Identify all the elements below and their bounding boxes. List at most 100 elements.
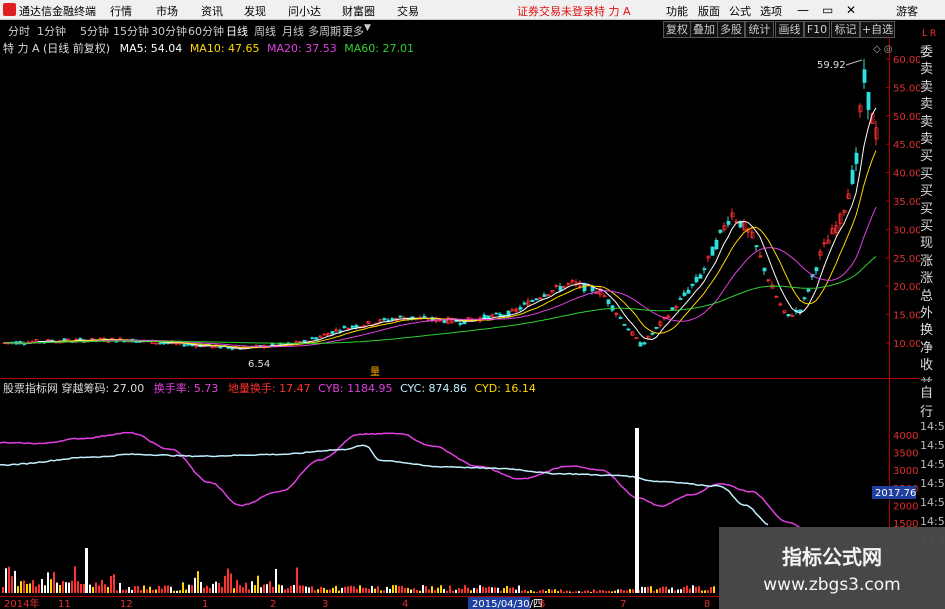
- volume-bar: [404, 588, 406, 593]
- volume-bar: [85, 548, 88, 593]
- indicator-current-value: 2017.76: [875, 488, 916, 499]
- price-tick-label: 55.00: [893, 83, 922, 94]
- volume-bar: [347, 586, 349, 593]
- volume-bar: [596, 591, 598, 593]
- price-tick-label: 15.00: [893, 311, 922, 322]
- volume-bar: [572, 591, 574, 593]
- volume-bar: [29, 583, 31, 593]
- volume-bar: [35, 586, 37, 593]
- volume-bar: [590, 591, 592, 593]
- date-tick-label: 2: [270, 599, 276, 609]
- volume-bar: [440, 585, 442, 593]
- volume-bar: [446, 590, 448, 593]
- high-price-pointer: [845, 59, 863, 66]
- candle-body: [618, 317, 623, 319]
- candle-body: [342, 326, 347, 328]
- volume-bar: [179, 590, 181, 593]
- volume-bar: [185, 589, 187, 593]
- volume-bar: [188, 584, 190, 593]
- price-tick-label: 10.00: [893, 339, 922, 350]
- volume-bar: [371, 586, 373, 593]
- candle-body: [530, 300, 535, 302]
- volume-bar: [584, 590, 586, 593]
- side-panel-item[interactable]: 收益: [920, 354, 945, 392]
- candle-body: [606, 299, 611, 305]
- volume-bar: [98, 585, 100, 593]
- volume-bar: [149, 586, 151, 593]
- volume-bar: [605, 591, 607, 593]
- volume-bar: [353, 586, 355, 593]
- volume-bar: [119, 582, 121, 593]
- volume-bar: [152, 589, 154, 593]
- volume-bar: [251, 581, 253, 593]
- volume-bar: [407, 587, 409, 593]
- volume-bar: [50, 579, 52, 593]
- ma5-line: [3, 107, 877, 349]
- volume-bar: [206, 585, 208, 593]
- candle-body: [694, 276, 699, 283]
- volume-bar: [245, 582, 247, 593]
- ma10-line: [3, 150, 877, 349]
- chart-canvas[interactable]: 60.00 55.00 50.00 45.00 40.00 35.00 30.00 25.00…: [0, 0, 945, 609]
- volume-bar: [221, 586, 223, 593]
- volume-bar: [551, 590, 553, 593]
- date-tick-label: 4: [402, 599, 408, 609]
- date-tick-label: 3: [322, 599, 328, 609]
- volume-bar: [515, 589, 517, 593]
- volume-bar: [173, 590, 175, 593]
- volume-bar: [434, 590, 436, 593]
- volume-bar: [320, 586, 322, 593]
- volume-bar: [71, 580, 73, 593]
- volume-bar: [197, 571, 199, 593]
- candle-body: [866, 91, 871, 110]
- volume-bar: [422, 585, 424, 593]
- candle-body: [458, 322, 463, 325]
- candle-body: [494, 312, 499, 315]
- volume-bar: [191, 585, 193, 593]
- volume-bar: [479, 585, 481, 593]
- volume-bar: [563, 591, 565, 593]
- candle-body: [802, 297, 807, 300]
- volume-bar: [26, 584, 28, 593]
- volume-bar: [62, 580, 64, 593]
- volume-bar: [410, 589, 412, 593]
- volume-bar: [113, 574, 115, 593]
- volume-bar: [65, 582, 67, 593]
- candle-body: [854, 152, 859, 164]
- candle-body: [690, 283, 695, 286]
- volume-bar: [317, 589, 319, 593]
- volume-bar: [248, 589, 250, 593]
- ma20-line: [3, 206, 877, 348]
- cyc-line: [0, 444, 769, 526]
- volume-bar: [269, 581, 271, 593]
- volume-bar: [713, 586, 715, 593]
- volume-bar: [212, 583, 214, 593]
- volume-bar: [302, 585, 304, 593]
- volume-bar: [14, 570, 16, 593]
- volume-bar: [692, 585, 694, 593]
- price-tick-label: 25.00: [893, 254, 922, 265]
- volume-bar: [455, 589, 457, 593]
- volume-bar: [620, 589, 622, 593]
- volume-bar: [380, 590, 382, 593]
- volume-bar: [53, 572, 55, 593]
- candle-body: [558, 286, 563, 291]
- volume-bar: [332, 587, 334, 593]
- volume-bar: [662, 586, 664, 593]
- candle-body: [698, 274, 703, 279]
- volume-bar: [56, 582, 58, 593]
- volume-bar: [254, 585, 256, 593]
- volume-bar: [242, 587, 244, 593]
- chart-settings-icon[interactable]: ◇ ◎: [873, 44, 893, 55]
- volume-bar: [518, 585, 520, 593]
- volume-bar: [674, 590, 676, 593]
- volume-bar: [38, 584, 40, 593]
- candle-body: [710, 246, 715, 256]
- volume-bar: [74, 566, 76, 593]
- volume-bar: [122, 589, 124, 593]
- candle-body: [726, 221, 731, 225]
- volume-bar: [428, 589, 430, 593]
- candle-body: [350, 325, 355, 328]
- candle-body: [678, 298, 683, 300]
- volume-bar: [566, 590, 568, 593]
